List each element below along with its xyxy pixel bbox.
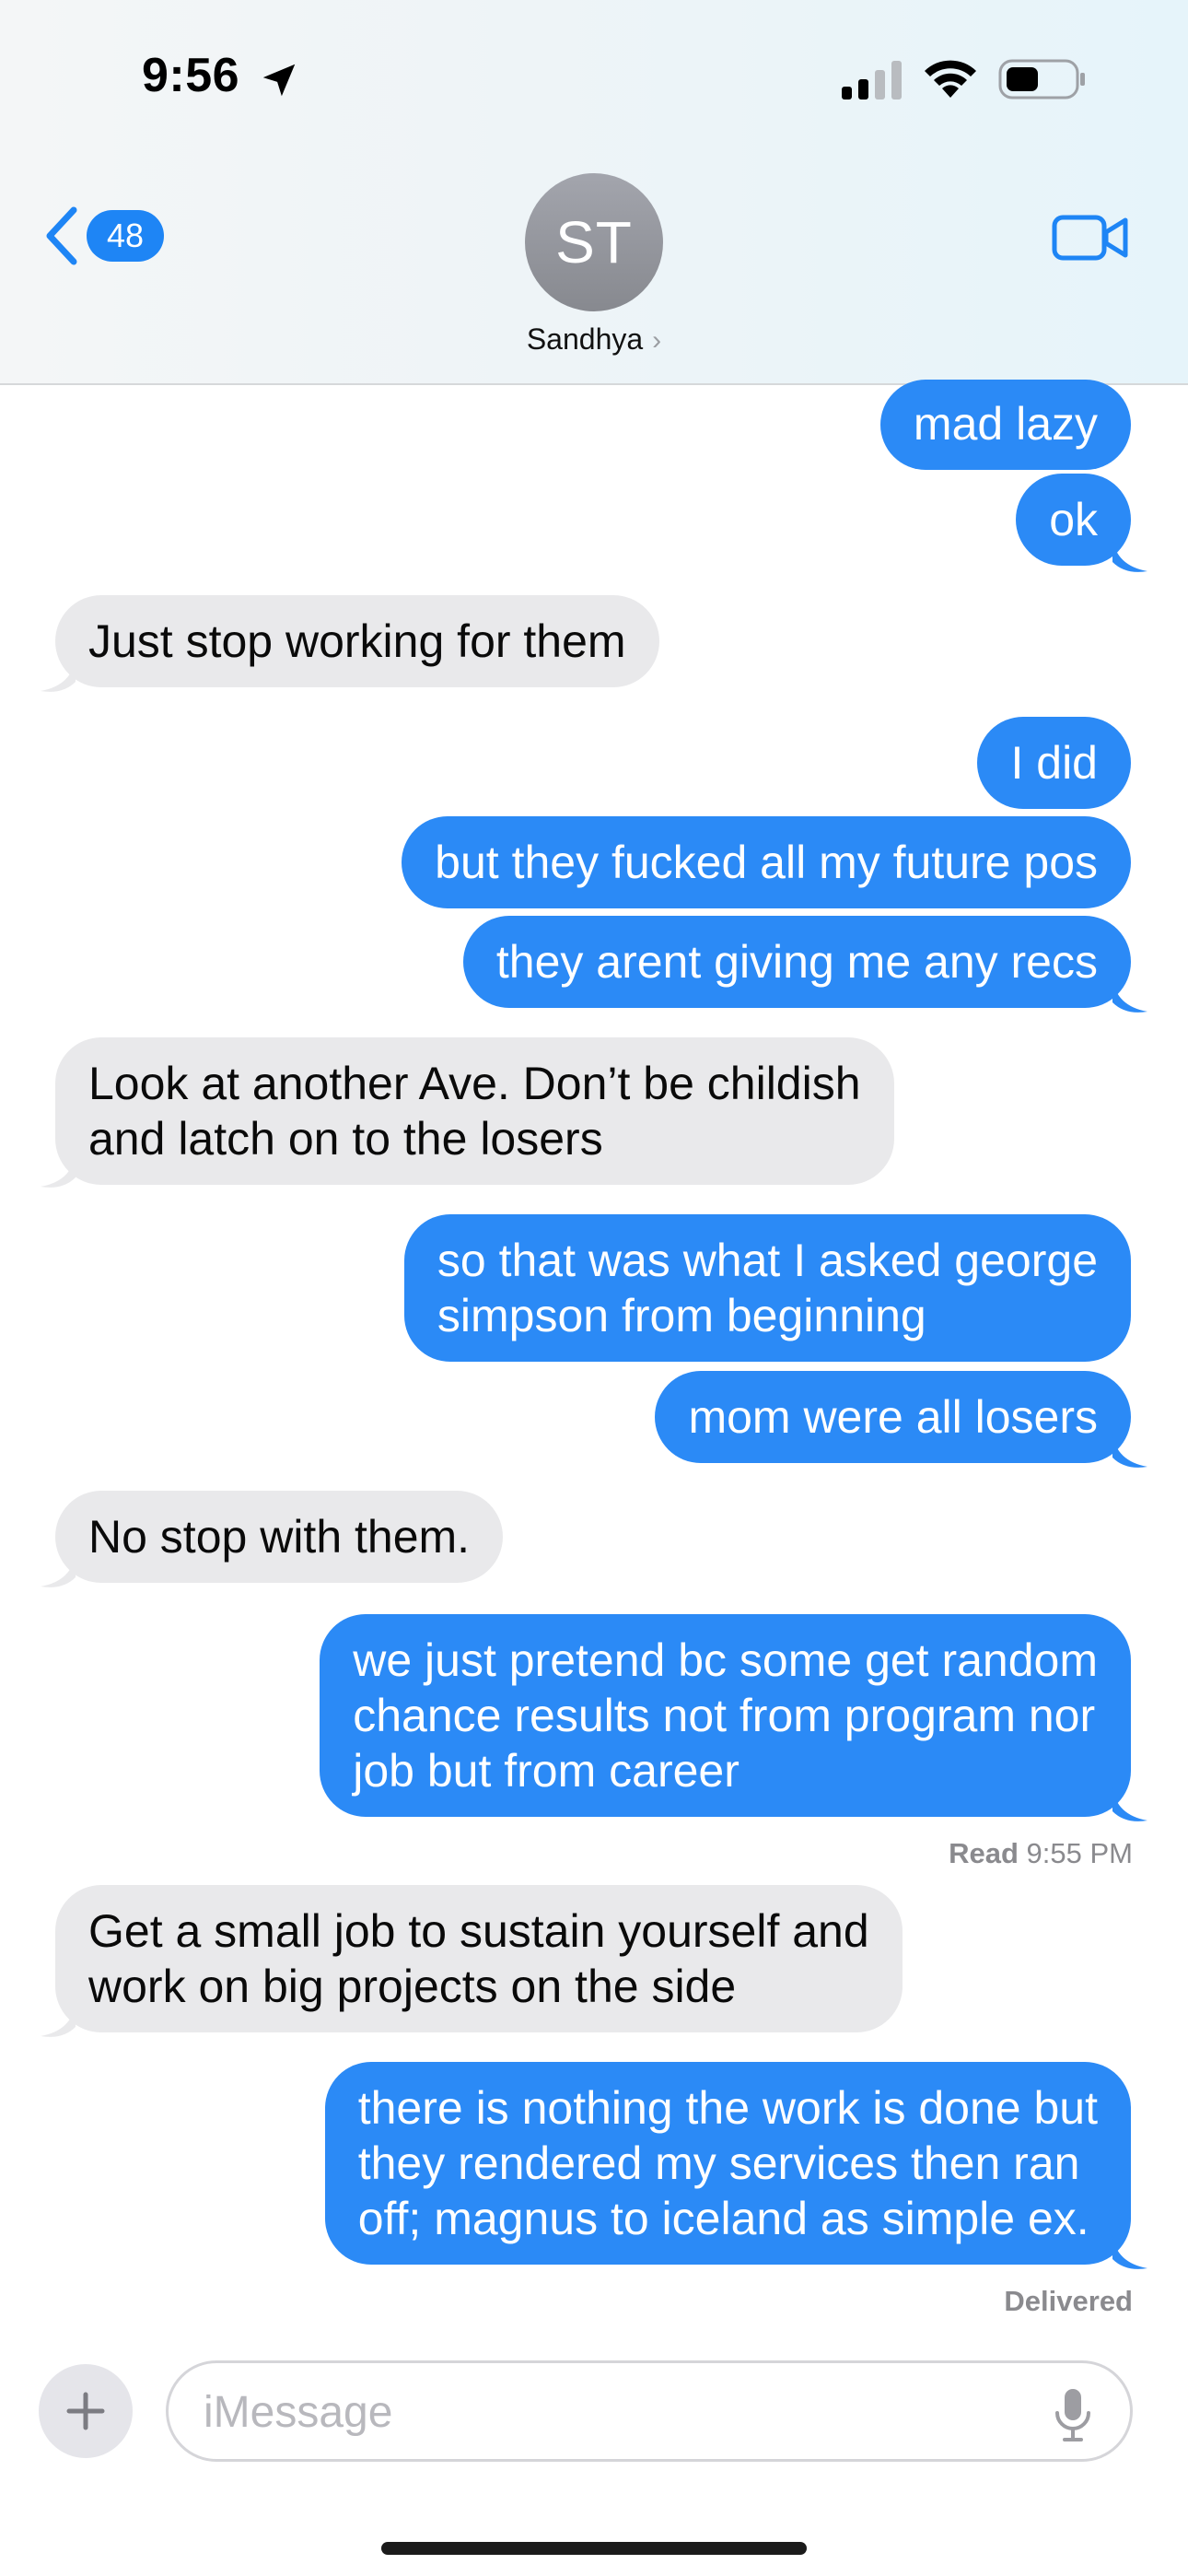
- message-text-line: chance results not from program nor: [353, 1690, 1096, 1741]
- plus-icon: [66, 2392, 105, 2430]
- read-label: Read: [949, 1837, 1019, 1869]
- message-input[interactable]: iMessage: [166, 2360, 1133, 2462]
- message-outgoing[interactable]: they arent giving me any recs: [462, 916, 1131, 1008]
- message-text: mad lazy: [913, 398, 1098, 450]
- bubble-tail: [41, 658, 76, 692]
- message-text-line: there is nothing the work is done but: [357, 2082, 1098, 2134]
- unread-count-badge: 48: [87, 210, 164, 262]
- message-outgoing[interactable]: so that was what I asked george simpson …: [403, 1214, 1131, 1362]
- message-text: they arent giving me any recs: [495, 936, 1098, 988]
- message-text: but they fucked all my future pos: [435, 837, 1098, 888]
- bubble-tail: [41, 1153, 76, 1188]
- message-outgoing[interactable]: there is nothing the work is done but th…: [324, 2062, 1131, 2265]
- message-text-line: simpson from beginning: [437, 1290, 926, 1341]
- message-text: I did: [1010, 737, 1098, 789]
- message-incoming[interactable]: Look at another Ave. Don’t be childish a…: [55, 1037, 894, 1185]
- message-text: ok: [1049, 494, 1098, 545]
- contact-name[interactable]: Sandhya ›: [0, 322, 1188, 357]
- bubble-tail: [1112, 1434, 1147, 1468]
- message-text: No stop with them.: [88, 1511, 471, 1563]
- message-incoming[interactable]: No stop with them.: [55, 1491, 504, 1583]
- delivered-label: Delivered: [1004, 2285, 1133, 2317]
- status-time: 9:56: [142, 49, 240, 102]
- home-indicator[interactable]: [381, 2542, 807, 2555]
- bubble-tail: [1112, 538, 1147, 572]
- message-text-line: Get a small job to sustain yourself and: [88, 1905, 869, 1957]
- message-text: Just stop working for them: [88, 615, 626, 667]
- avatar[interactable]: ST: [525, 173, 663, 311]
- bubble-tail: [41, 1553, 76, 1587]
- message-outgoing[interactable]: mad lazy: [879, 380, 1131, 470]
- message-text-line: they rendered my services then ran: [357, 2137, 1080, 2189]
- bubble-tail: [1112, 2235, 1147, 2269]
- message-outgoing[interactable]: we just pretend bc some get random chanc…: [320, 1614, 1131, 1817]
- message-text: mom were all losers: [688, 1391, 1098, 1443]
- message-text-line: work on big projects on the side: [88, 1961, 737, 2012]
- chevron-right-icon: ›: [652, 325, 662, 356]
- message-outgoing[interactable]: I did: [977, 717, 1131, 809]
- back-button[interactable]: 48: [41, 201, 169, 275]
- message-outgoing[interactable]: but they fucked all my future pos: [402, 816, 1131, 908]
- microphone-icon[interactable]: [1053, 2387, 1093, 2442]
- message-text-line: so that was what I asked george: [437, 1235, 1098, 1286]
- message-text-line: we just pretend bc some get random: [353, 1634, 1098, 1686]
- wifi-icon: [925, 60, 976, 98]
- message-text-line: off; magnus to iceland as simple ex.: [357, 2193, 1089, 2244]
- read-time: 9:55 PM: [1026, 1837, 1133, 1869]
- delivered-status: Delivered: [1004, 2285, 1133, 2318]
- message-outgoing[interactable]: mom were all losers: [655, 1371, 1131, 1463]
- chevron-left-icon: [46, 206, 77, 265]
- contact-name-label: Sandhya: [526, 322, 644, 356]
- battery-icon: [998, 59, 1085, 100]
- message-input-placeholder: iMessage: [204, 2388, 393, 2437]
- message-text-line: Look at another Ave. Don’t be childish: [88, 1058, 861, 1109]
- bubble-tail: [1112, 978, 1147, 1013]
- conversation-header: 9:56 48 ST Sandhya ›: [0, 0, 1188, 385]
- bubble-tail: [1112, 1787, 1147, 1821]
- location-arrow-icon: [262, 64, 296, 97]
- message-text-line: job but from career: [353, 1745, 740, 1797]
- message-incoming[interactable]: Get a small job to sustain yourself and …: [55, 1885, 903, 2032]
- bubble-tail: [41, 2003, 76, 2037]
- video-camera-icon[interactable]: [1052, 210, 1129, 265]
- message-incoming[interactable]: Just stop working for them: [55, 595, 659, 687]
- apps-plus-button[interactable]: [39, 2364, 133, 2458]
- cellular-signal-icon: [842, 61, 902, 100]
- message-text-line: and latch on to the losers: [88, 1113, 603, 1165]
- read-receipt: Read 9:55 PM: [949, 1837, 1133, 1870]
